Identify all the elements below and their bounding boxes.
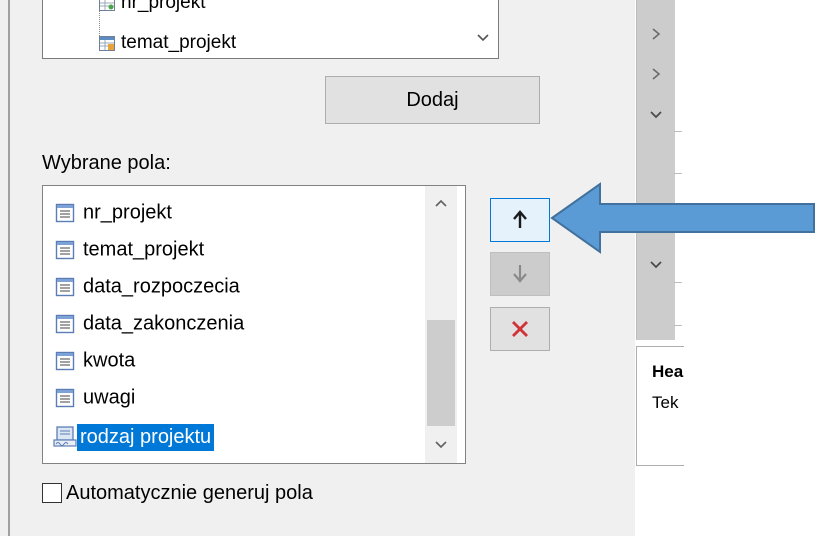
chevron-right-icon[interactable] bbox=[637, 22, 675, 48]
field-icon bbox=[55, 349, 75, 370]
list-item-label: data_zakonczenia bbox=[83, 312, 245, 335]
divider bbox=[674, 131, 682, 132]
list-scrollbar[interactable] bbox=[425, 186, 457, 463]
scrollbar-thumb[interactable] bbox=[427, 320, 455, 426]
auto-generate-checkbox[interactable] bbox=[42, 483, 62, 503]
callout-arrow-icon bbox=[550, 182, 815, 254]
right-strip bbox=[636, 0, 682, 340]
list-item[interactable]: data_rozpoczecia bbox=[55, 270, 240, 302]
dialog-left-border bbox=[8, 0, 10, 536]
selected-fields-list[interactable]: nr_projekt temat_projekt data_rozpoczeci… bbox=[42, 185, 466, 464]
divider bbox=[674, 173, 682, 174]
delete-x-icon bbox=[512, 321, 528, 337]
table-field-icon bbox=[99, 35, 115, 51]
field-icon bbox=[55, 312, 75, 333]
scroll-down-icon[interactable] bbox=[425, 434, 457, 458]
available-fields-list[interactable]: nr_projekt temat_projekt bbox=[42, 0, 499, 59]
selected-fields-label: Wybrane pola: bbox=[42, 152, 171, 174]
list-item-label: nr_projekt bbox=[83, 201, 172, 224]
list-item[interactable]: nr_projekt bbox=[55, 196, 172, 228]
field-icon bbox=[55, 275, 75, 296]
arrow-up-icon bbox=[513, 210, 527, 228]
list-item-label: temat_projekt bbox=[83, 238, 205, 261]
available-field-label: nr_projekt bbox=[121, 0, 206, 13]
auto-generate-label: Automatycznie generuj pola bbox=[66, 482, 313, 504]
list-item-label: data_rozpoczecia bbox=[83, 275, 240, 298]
chevron-right-icon[interactable] bbox=[637, 62, 675, 88]
add-button[interactable]: Dodaj bbox=[325, 76, 540, 124]
list-item[interactable]: uwagi bbox=[55, 381, 135, 413]
move-up-button[interactable] bbox=[490, 198, 550, 242]
list-item[interactable]: kwota bbox=[55, 344, 135, 376]
list-item[interactable]: data_zakonczenia bbox=[55, 307, 244, 339]
field-icon bbox=[55, 201, 75, 222]
arrow-down-icon bbox=[513, 265, 527, 283]
linked-table-icon bbox=[99, 0, 115, 11]
properties-heading: Hea bbox=[652, 362, 684, 381]
available-field-label: temat_projekt bbox=[121, 32, 237, 53]
list-item-label: rodzaj projektu bbox=[77, 423, 215, 451]
chevron-down-icon[interactable] bbox=[468, 22, 498, 52]
lookup-field-icon bbox=[53, 425, 77, 447]
field-icon bbox=[55, 238, 75, 259]
chevron-down-icon[interactable] bbox=[637, 101, 675, 127]
list-item-label: uwagi bbox=[83, 386, 136, 409]
divider bbox=[674, 325, 682, 326]
divider bbox=[674, 282, 682, 283]
list-item-selected[interactable]: rodzaj projektu bbox=[53, 420, 215, 452]
properties-text: Tek bbox=[652, 393, 679, 412]
field-icon bbox=[55, 386, 75, 407]
delete-button[interactable] bbox=[490, 307, 550, 351]
scroll-up-icon[interactable] bbox=[425, 192, 457, 216]
list-item-label: kwota bbox=[83, 349, 136, 372]
move-down-button[interactable] bbox=[490, 252, 550, 296]
list-item[interactable]: temat_projekt bbox=[55, 233, 204, 265]
